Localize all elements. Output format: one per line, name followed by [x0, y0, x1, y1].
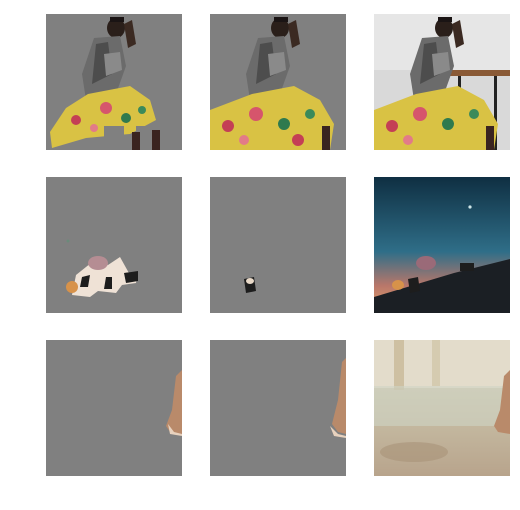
sky-masked-small-image [210, 177, 346, 313]
tile-r1-c3 [374, 14, 510, 150]
woman-masked-full-image [210, 14, 346, 150]
foot-masked-a-image [46, 340, 182, 476]
sky-original-image [374, 177, 510, 313]
tile-r2-c2 [210, 177, 346, 313]
tile-r1-c1 [46, 14, 182, 150]
tile-r2-c1 [46, 177, 182, 313]
tile-r1-c2 [210, 14, 346, 150]
tile-r3-c2 [210, 340, 346, 476]
tile-r3-c3 [374, 340, 510, 476]
woman-original-image [374, 14, 510, 150]
woman-masked-partial-image [46, 14, 182, 150]
tile-r3-c1 [46, 340, 182, 476]
tile-r2-c3 [374, 177, 510, 313]
foot-masked-b-image [210, 340, 346, 476]
foot-original-image [374, 340, 510, 476]
sky-masked-large-image [46, 177, 182, 313]
image-grid [0, 0, 520, 510]
